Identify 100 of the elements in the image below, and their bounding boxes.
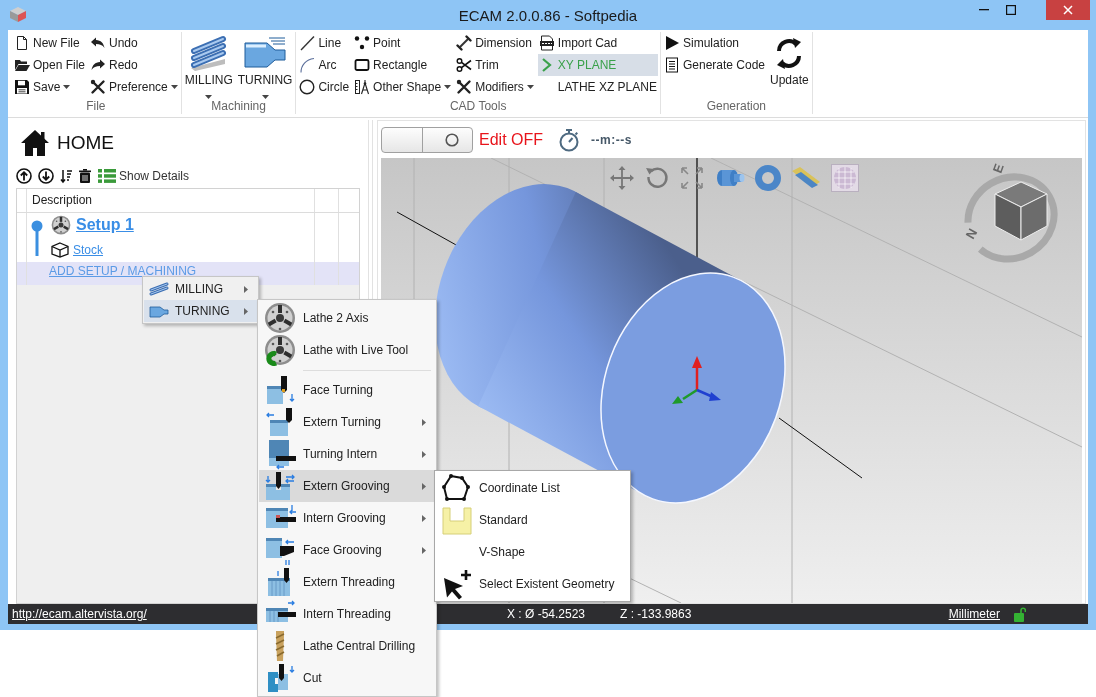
arrow-down-circle-icon[interactable] — [38, 168, 54, 184]
tree-connector — [31, 220, 43, 256]
submenu-arrow-icon — [422, 482, 426, 490]
menu-item[interactable]: Standard — [436, 504, 629, 536]
ribbon-button[interactable]: Import Cad — [537, 32, 658, 54]
move-icon[interactable] — [609, 165, 635, 191]
code-document-icon — [663, 57, 680, 73]
menu-item[interactable]: Coordinate List — [436, 472, 629, 504]
edit-status: Edit OFF — [479, 130, 543, 149]
unit-link[interactable]: Millimeter — [948, 607, 1000, 621]
arc-icon — [299, 57, 316, 73]
polygon-icon — [441, 472, 473, 504]
points-icon — [354, 35, 371, 51]
edit-toggle[interactable] — [381, 126, 473, 153]
submenu-arrow-icon — [244, 285, 248, 293]
ribbon-button[interactable]: Point — [353, 32, 453, 54]
caret-icon — [205, 95, 213, 99]
menu-item[interactable]: TURNING — [144, 300, 257, 322]
ribbon-button[interactable]: Redo — [89, 54, 179, 76]
ribbon-button[interactable]: Save — [13, 76, 87, 98]
show-details-button[interactable]: Show Details — [98, 169, 190, 183]
ribbon-button[interactable]: Circle — [298, 76, 351, 98]
submenu-arrow-icon — [422, 546, 426, 554]
dimension-icon — [456, 35, 473, 51]
submenu-arrow-icon — [244, 307, 248, 315]
group-label: Machining — [210, 98, 267, 114]
groove-profile-icon — [441, 504, 473, 536]
open-padlock-icon[interactable] — [1014, 606, 1026, 622]
caret-icon — [444, 85, 452, 89]
plane-toggle[interactable]: LATHE XZ PLANE — [537, 76, 658, 98]
ribbon-button[interactable]: Line — [298, 32, 351, 54]
cursor-plus-icon — [441, 568, 473, 600]
group-label: Generation — [705, 98, 768, 114]
tube-section-icon[interactable] — [790, 165, 822, 191]
document-icon — [14, 35, 30, 51]
stepped-shaft-icon — [243, 35, 288, 71]
ribbon-button[interactable]: Rectangle — [353, 54, 453, 76]
menu-item[interactable]: V-Shape — [436, 536, 629, 568]
ribbon-button[interactable]: Undo — [89, 32, 179, 54]
view-cube[interactable] — [964, 173, 1058, 263]
menu-item[interactable]: Cut — [259, 662, 435, 694]
ribbon-button[interactable]: MILLING — [183, 32, 234, 98]
arrow-up-circle-icon[interactable] — [16, 168, 32, 184]
play-icon — [663, 35, 680, 51]
list-icon — [98, 169, 116, 183]
circle-icon — [299, 79, 316, 95]
menu-item[interactable]: Select Existent Geometry — [436, 568, 629, 600]
ribbon-button[interactable]: Simulation — [662, 32, 767, 54]
ribbon-button[interactable]: Open File — [13, 54, 87, 76]
app-icon — [8, 5, 28, 25]
caret-icon — [170, 85, 178, 89]
menu-item[interactable]: Extern Grooving — [259, 470, 435, 502]
caret-icon — [526, 85, 534, 89]
grooving-tool-icon — [264, 470, 296, 502]
ribbon-button[interactable]: Dimension — [455, 32, 535, 54]
close-button[interactable] — [1046, 0, 1090, 20]
chuck-icon — [264, 334, 296, 366]
ribbon-button[interactable]: New File — [13, 32, 87, 54]
fit-view-icon[interactable] — [679, 165, 705, 191]
caret-icon — [63, 85, 71, 89]
crossed-tools-icon — [456, 79, 473, 95]
compass-label: E — [989, 161, 1007, 176]
trash-icon[interactable] — [78, 168, 92, 184]
cube-icon — [51, 241, 69, 258]
group-label: File — [85, 98, 107, 114]
caret-icon — [261, 95, 269, 99]
ribbon-button[interactable]: Modifiers — [455, 76, 535, 98]
rectangle-icon — [354, 57, 371, 73]
ribbon-button[interactable]: Arc — [298, 54, 351, 76]
ribbon-button[interactable]: Generate Code — [662, 54, 767, 76]
scissors-icon — [456, 57, 473, 73]
coordinate-readout: X : Ø -54.2523 — [507, 607, 586, 621]
maximize-icon — [1005, 5, 1016, 15]
submenu-arrow-icon — [422, 418, 426, 426]
chuck-icon — [51, 215, 71, 235]
ribbon-button[interactable]: Update — [769, 32, 810, 98]
rotate-icon[interactable] — [644, 165, 670, 191]
timer-readout: --m:--s — [591, 132, 632, 147]
facing-tool-icon — [264, 374, 296, 406]
ribbon-button[interactable]: Trim — [455, 54, 535, 76]
compass-label: N — [962, 225, 981, 242]
website-link[interactable]: http://ecam.altervista.org/ — [12, 607, 147, 621]
stopwatch-icon — [557, 127, 581, 152]
cylinder-model[interactable] — [435, 184, 786, 504]
submenu-arrow-icon — [422, 514, 426, 522]
sort-icon[interactable] — [60, 168, 72, 184]
stock-link[interactable]: Stock — [73, 242, 103, 257]
axis-triad-icon — [672, 356, 721, 404]
folder-icon — [14, 57, 30, 73]
ribbon-button[interactable]: Other Shape — [353, 76, 453, 98]
menu-item[interactable]: Lathe Central Drilling — [259, 630, 435, 662]
ribbon-button[interactable]: TURNING — [236, 32, 294, 98]
chuck-icon — [264, 302, 296, 334]
coil-icon — [149, 282, 169, 296]
stepped-shaft-icon — [149, 304, 169, 318]
house-icon — [20, 128, 50, 157]
ribbon-button[interactable]: Preference — [89, 76, 179, 98]
group-label: CAD Tools — [448, 98, 508, 114]
close-icon — [1063, 5, 1073, 15]
tree-row[interactable]: Stock — [17, 237, 359, 262]
